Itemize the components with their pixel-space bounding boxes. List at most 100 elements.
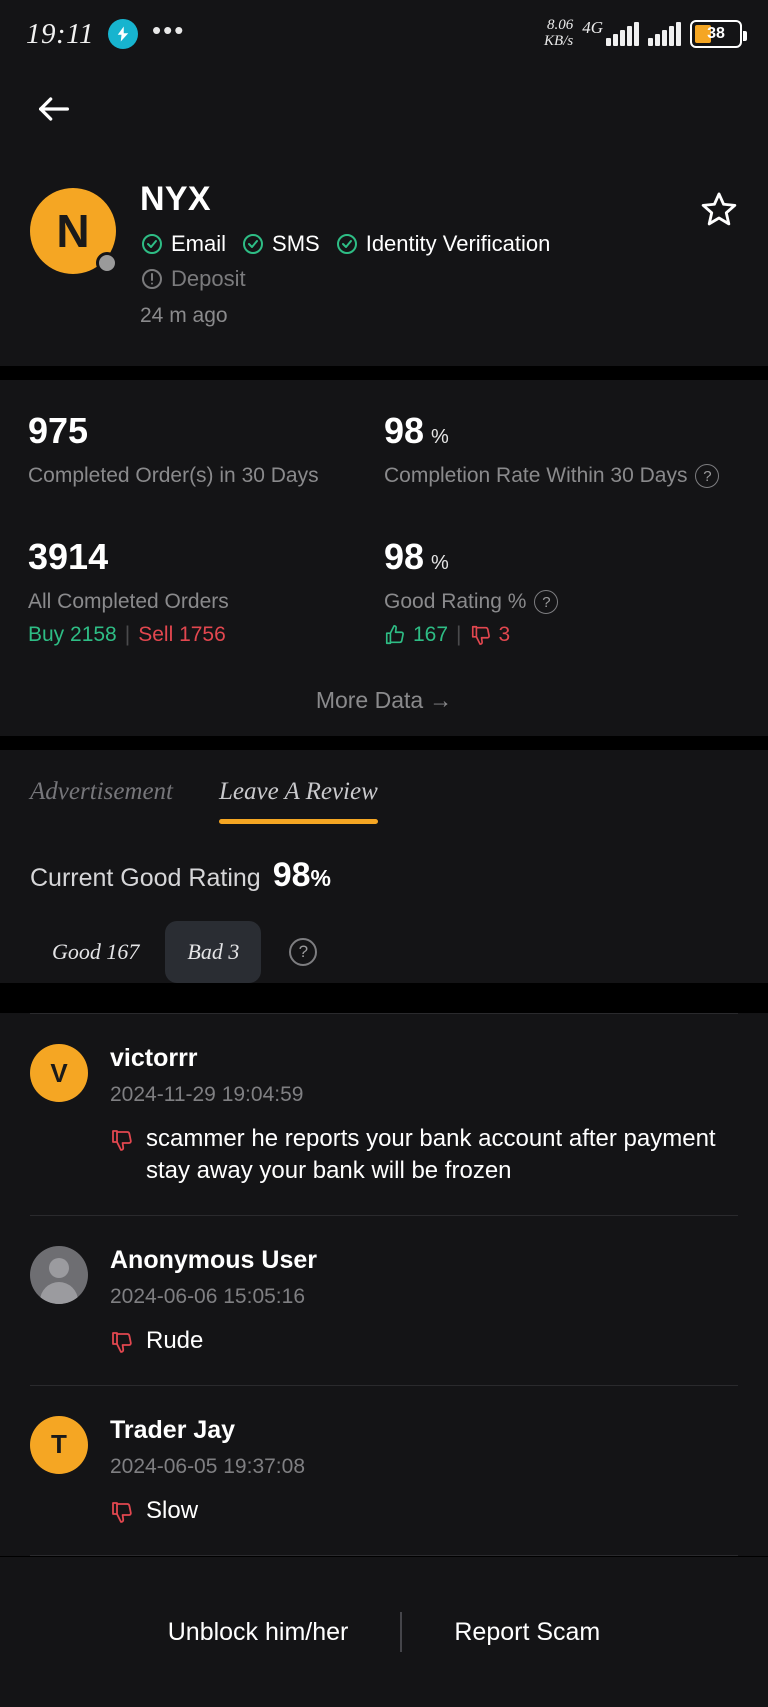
stat-label-text: All Completed Orders: [28, 590, 229, 613]
stat-number: 3914: [28, 536, 109, 577]
status-bar: 19:11 ••• 8.06 KB/s 4G 38: [0, 0, 768, 68]
review-body: Slow: [110, 1495, 738, 1527]
tab-advertisement[interactable]: Advertisement: [30, 778, 173, 824]
stat-label: Good Rating % ?: [384, 590, 740, 614]
stat-value: 98 %: [384, 536, 740, 578]
buy-sell-breakdown: Buy 2158 | Sell 1756: [28, 623, 384, 647]
review-item: V victorrr 2024-11-29 19:04:59 scammer h…: [0, 1014, 768, 1215]
separator: |: [124, 623, 131, 646]
stat-label: Completion Rate Within 30 Days ?: [384, 464, 740, 488]
check-circle-icon: [142, 234, 162, 254]
network-speed-unit: KB/s: [544, 33, 574, 49]
help-icon[interactable]: ?: [534, 590, 559, 614]
badge-identity-label: Identity Verification: [365, 231, 551, 256]
current-rating-label: Current Good Rating: [30, 864, 261, 892]
stat-label: Completed Order(s) in 30 Days: [28, 464, 384, 488]
percent-sign: %: [310, 865, 331, 891]
badge-deposit-label: Deposit: [171, 266, 246, 291]
review-item: T Trader Jay 2024-06-05 19:37:08 Slow: [0, 1386, 768, 1555]
stat-number: 98: [384, 410, 425, 451]
review-timestamp: 2024-06-05 19:37:08: [110, 1454, 305, 1478]
stat-unit: %: [431, 552, 449, 574]
thumbs-up-icon: [385, 625, 404, 645]
stat-label-text: Good Rating %: [384, 590, 527, 613]
status-bar-right: 8.06 KB/s 4G 38: [544, 17, 747, 50]
thumbs-up-count: 167: [413, 623, 449, 646]
section-divider: [0, 366, 768, 380]
help-icon[interactable]: ?: [695, 464, 720, 488]
avatar: V: [30, 1044, 88, 1102]
stat-value: 3914: [28, 536, 384, 578]
thumbs-down-icon: [471, 625, 490, 645]
review-meta: Trader Jay 2024-06-05 19:37:08: [110, 1416, 738, 1479]
stat-completed-orders-30d: 975 Completed Order(s) in 30 Days: [28, 410, 384, 488]
review-timestamp: 2024-11-29 19:04:59: [110, 1083, 304, 1106]
badge-email-label: Email: [171, 231, 227, 256]
review-text: Rude: [146, 1326, 204, 1354]
badge-deposit: Deposit: [140, 266, 246, 292]
unblock-button[interactable]: Unblock him/her: [116, 1618, 401, 1647]
divider: [30, 1554, 738, 1556]
battery-icon: 38: [690, 20, 747, 48]
review-text: scammer he reports your bank account aft…: [146, 1125, 716, 1184]
stats-panel: 975 Completed Order(s) in 30 Days 98 % C…: [0, 380, 768, 736]
separator: |: [456, 623, 462, 646]
check-circle-icon: [336, 234, 357, 254]
signal-bars-icon: [606, 22, 639, 46]
exclamation-circle-icon: [142, 269, 162, 289]
review-text: Slow: [146, 1496, 199, 1524]
more-data-link[interactable]: More Data →: [28, 687, 740, 714]
online-status-dot-icon: [96, 252, 118, 274]
favorite-button[interactable]: [700, 180, 738, 233]
section-divider-2: [0, 736, 768, 750]
badge-email: Email: [140, 231, 226, 257]
network-type-label: 4G: [582, 18, 603, 37]
tab-leave-a-review[interactable]: Leave A Review: [219, 778, 378, 824]
review-body: scammer he reports your bank account aft…: [110, 1123, 738, 1187]
stat-all-completed-orders: 3914 All Completed Orders Buy 2158 | Sel…: [28, 536, 384, 647]
person-body-icon: [40, 1281, 78, 1304]
question-mark-icon: ?: [289, 938, 318, 966]
back-arrow-icon[interactable]: [34, 89, 74, 129]
review-header: T Trader Jay 2024-06-05 19:37:08: [30, 1415, 738, 1479]
avatar: N: [30, 188, 118, 274]
network-speed: 8.06 KB/s: [544, 17, 574, 50]
more-data-label: More Data: [315, 687, 424, 713]
review-body: Rude: [110, 1325, 738, 1357]
current-rating-number: 98: [272, 856, 311, 894]
network-speed-value: 8.06: [546, 17, 574, 34]
avatar-initial: T: [51, 1429, 67, 1460]
lightning-badge-icon: [108, 19, 139, 49]
avatar: [30, 1245, 88, 1304]
status-bar-left: 19:11 •••: [26, 14, 186, 51]
badge-sms-label: SMS: [272, 231, 320, 256]
reviewer-name: Anonymous User: [110, 1245, 317, 1274]
avatar: T: [30, 1415, 88, 1474]
report-scam-button[interactable]: Report Scam: [402, 1618, 652, 1647]
stat-unit: %: [431, 426, 449, 448]
thumbs-down-icon: [112, 1331, 132, 1353]
reviews-list: V victorrr 2024-11-29 19:04:59 scammer h…: [0, 1013, 768, 1556]
chip-good[interactable]: Good 167: [30, 921, 161, 983]
rating-breakdown: 167 | 3: [384, 623, 740, 647]
stat-good-rating-pct: 98 % Good Rating % ? 167 | 3: [384, 536, 740, 647]
review-item: Anonymous User 2024-06-06 15:05:16 Rude: [0, 1216, 768, 1385]
rating-filter-chips: Good 167 Bad 3 ?: [30, 921, 738, 983]
thumbs-down-icon: [112, 1130, 132, 1151]
signal-bars-2-icon: [648, 22, 681, 46]
stat-label-text: Completion Rate Within 30 Days: [384, 464, 688, 487]
sell-count: Sell 1756: [138, 623, 226, 646]
battery-level: 38: [707, 25, 725, 42]
stat-label-text: Completed Order(s) in 30 Days: [28, 464, 319, 487]
verification-badges: Email SMS Identity Verification Deposit: [140, 231, 676, 292]
rating-help-button[interactable]: ?: [289, 938, 318, 966]
overflow-dots-icon: •••: [152, 14, 186, 45]
last-seen: 24 m ago: [140, 304, 228, 327]
stat-number: 975: [28, 410, 89, 451]
badge-sms: SMS: [241, 231, 320, 257]
page-title: NYX: [140, 180, 211, 218]
chip-bad[interactable]: Bad 3: [165, 921, 262, 983]
reviewer-name: victorrr: [110, 1044, 198, 1072]
person-head-icon: [49, 1257, 69, 1278]
status-time: 19:11: [26, 17, 95, 50]
